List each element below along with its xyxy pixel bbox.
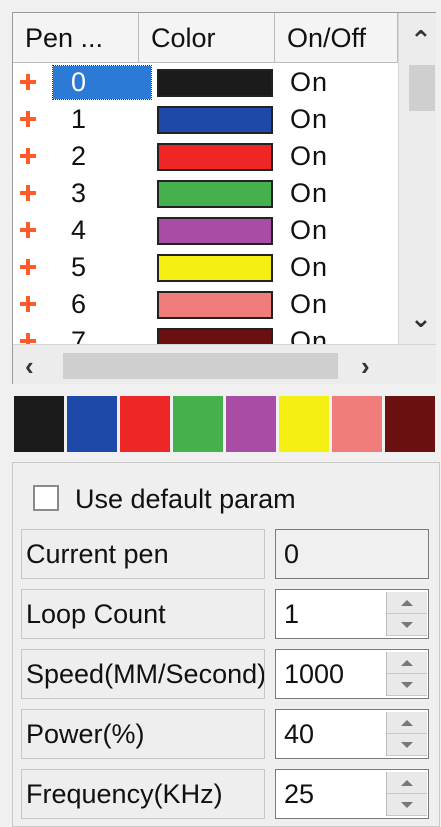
pen-color-swatch[interactable] xyxy=(157,291,273,319)
palette-color-chip[interactable] xyxy=(385,396,435,452)
use-default-checkbox[interactable] xyxy=(33,485,59,511)
pen-row[interactable]: 6 On xyxy=(13,286,398,323)
chevron-down-icon[interactable]: ⌄ xyxy=(410,305,432,331)
spin-down-icon[interactable] xyxy=(387,674,427,696)
palette-color-chip[interactable] xyxy=(332,396,382,452)
color-palette xyxy=(14,396,439,454)
pen-marker-icon xyxy=(20,333,36,344)
pen-color-swatch[interactable] xyxy=(157,328,273,344)
pen-number[interactable]: 0 xyxy=(52,65,152,100)
spinner[interactable] xyxy=(386,772,427,816)
spin-up-icon[interactable] xyxy=(387,592,427,614)
vertical-scrollbar[interactable]: ⌃ ⌄ xyxy=(398,13,436,344)
spinner[interactable] xyxy=(386,652,427,696)
pen-number[interactable]: 5 xyxy=(53,251,151,284)
pen-number[interactable]: 7 xyxy=(53,325,151,344)
spin-up-icon[interactable] xyxy=(387,772,427,794)
pen-marker-icon xyxy=(20,259,36,275)
spin-down-icon[interactable] xyxy=(387,734,427,756)
pen-color-swatch[interactable] xyxy=(157,254,273,282)
pen-marker-icon xyxy=(20,222,36,238)
param-label-power: Power(%) xyxy=(21,709,265,759)
pen-number[interactable]: 1 xyxy=(53,103,151,136)
horizontal-scrollbar[interactable]: ‹ › xyxy=(13,344,436,384)
spinner[interactable] xyxy=(386,592,427,636)
pen-number[interactable]: 2 xyxy=(53,140,151,173)
spin-down-icon[interactable] xyxy=(387,614,427,636)
pen-marker-icon xyxy=(20,185,36,201)
param-label-loop-count: Loop Count xyxy=(21,589,265,639)
column-header-onoff[interactable]: On/Off xyxy=(275,13,398,63)
pen-state[interactable]: On xyxy=(290,140,328,173)
pen-rows: 0 On 1 On 2 On 3 On 4 On 5 On 6 On 7 On xyxy=(13,64,398,344)
pen-marker-icon xyxy=(20,148,36,164)
pen-row[interactable]: 4 On xyxy=(13,212,398,249)
param-field-current-pen: 0 xyxy=(275,529,429,579)
spinner[interactable] xyxy=(386,712,427,756)
pen-marker-icon xyxy=(20,111,36,127)
pen-row[interactable]: 2 On xyxy=(13,138,398,175)
palette-color-chip[interactable] xyxy=(279,396,329,452)
spin-up-icon[interactable] xyxy=(387,712,427,734)
palette-color-chip[interactable] xyxy=(14,396,64,452)
pen-state[interactable]: On xyxy=(290,251,328,284)
pen-color-swatch[interactable] xyxy=(157,180,273,208)
chevron-up-icon[interactable]: ⌃ xyxy=(410,27,432,53)
palette-color-chip[interactable] xyxy=(67,396,117,452)
spin-down-icon[interactable] xyxy=(387,794,427,816)
pen-row[interactable]: 1 On xyxy=(13,101,398,138)
column-header-color[interactable]: Color xyxy=(139,13,275,63)
pen-row[interactable]: 5 On xyxy=(13,249,398,286)
pen-state[interactable]: On xyxy=(290,214,328,247)
pen-row[interactable]: 7 On xyxy=(13,323,398,344)
chevron-right-icon[interactable]: › xyxy=(361,353,370,379)
param-field-speed-mm-second[interactable]: 1000 xyxy=(275,649,429,699)
pen-state[interactable]: On xyxy=(290,325,328,344)
pen-state[interactable]: On xyxy=(290,103,328,136)
column-header-pen[interactable]: Pen ... xyxy=(13,13,139,63)
pen-number[interactable]: 6 xyxy=(53,288,151,321)
param-field-frequency-khz[interactable]: 25 xyxy=(275,769,429,819)
pen-state[interactable]: On xyxy=(290,66,328,99)
pen-color-swatch[interactable] xyxy=(157,69,273,97)
horizontal-scroll-thumb[interactable] xyxy=(63,353,338,379)
pen-marker-icon xyxy=(20,296,36,312)
param-label-frequency-khz: Frequency(KHz) xyxy=(21,769,265,819)
pen-state[interactable]: On xyxy=(290,288,328,321)
use-default-label[interactable]: Use default param xyxy=(75,481,296,517)
pen-list[interactable]: Pen ... Color On/Off 0 On 1 On 2 On 3 On 4 On 5 On 6… xyxy=(12,12,436,384)
vertical-scroll-thumb[interactable] xyxy=(409,65,435,111)
param-field-loop-count[interactable]: 1 xyxy=(275,589,429,639)
palette-color-chip[interactable] xyxy=(173,396,223,452)
spin-up-icon[interactable] xyxy=(387,652,427,674)
param-value[interactable]: 1 xyxy=(284,599,299,629)
pen-state[interactable]: On xyxy=(290,177,328,210)
param-label-current-pen: Current pen xyxy=(21,529,265,579)
pen-color-swatch[interactable] xyxy=(157,106,273,134)
palette-color-chip[interactable] xyxy=(226,396,276,452)
pen-color-swatch[interactable] xyxy=(157,217,273,245)
param-field-power[interactable]: 40 xyxy=(275,709,429,759)
palette-color-chip[interactable] xyxy=(120,396,170,452)
param-label-speed-mm-second: Speed(MM/Second) xyxy=(21,649,265,699)
param-value[interactable]: 1000 xyxy=(284,659,344,689)
pen-number[interactable]: 4 xyxy=(53,214,151,247)
chevron-left-icon[interactable]: ‹ xyxy=(25,353,34,379)
pen-row[interactable]: 0 On xyxy=(13,64,398,101)
pen-row[interactable]: 3 On xyxy=(13,175,398,212)
param-value[interactable]: 25 xyxy=(284,779,314,809)
pen-params-panel: Use default param Current pen 0 Loop Count… xyxy=(12,462,440,827)
pen-number[interactable]: 3 xyxy=(53,177,151,210)
pen-color-swatch[interactable] xyxy=(157,143,273,171)
pen-marker-icon xyxy=(20,74,36,90)
param-value[interactable]: 40 xyxy=(284,719,314,749)
param-value: 0 xyxy=(284,539,300,569)
